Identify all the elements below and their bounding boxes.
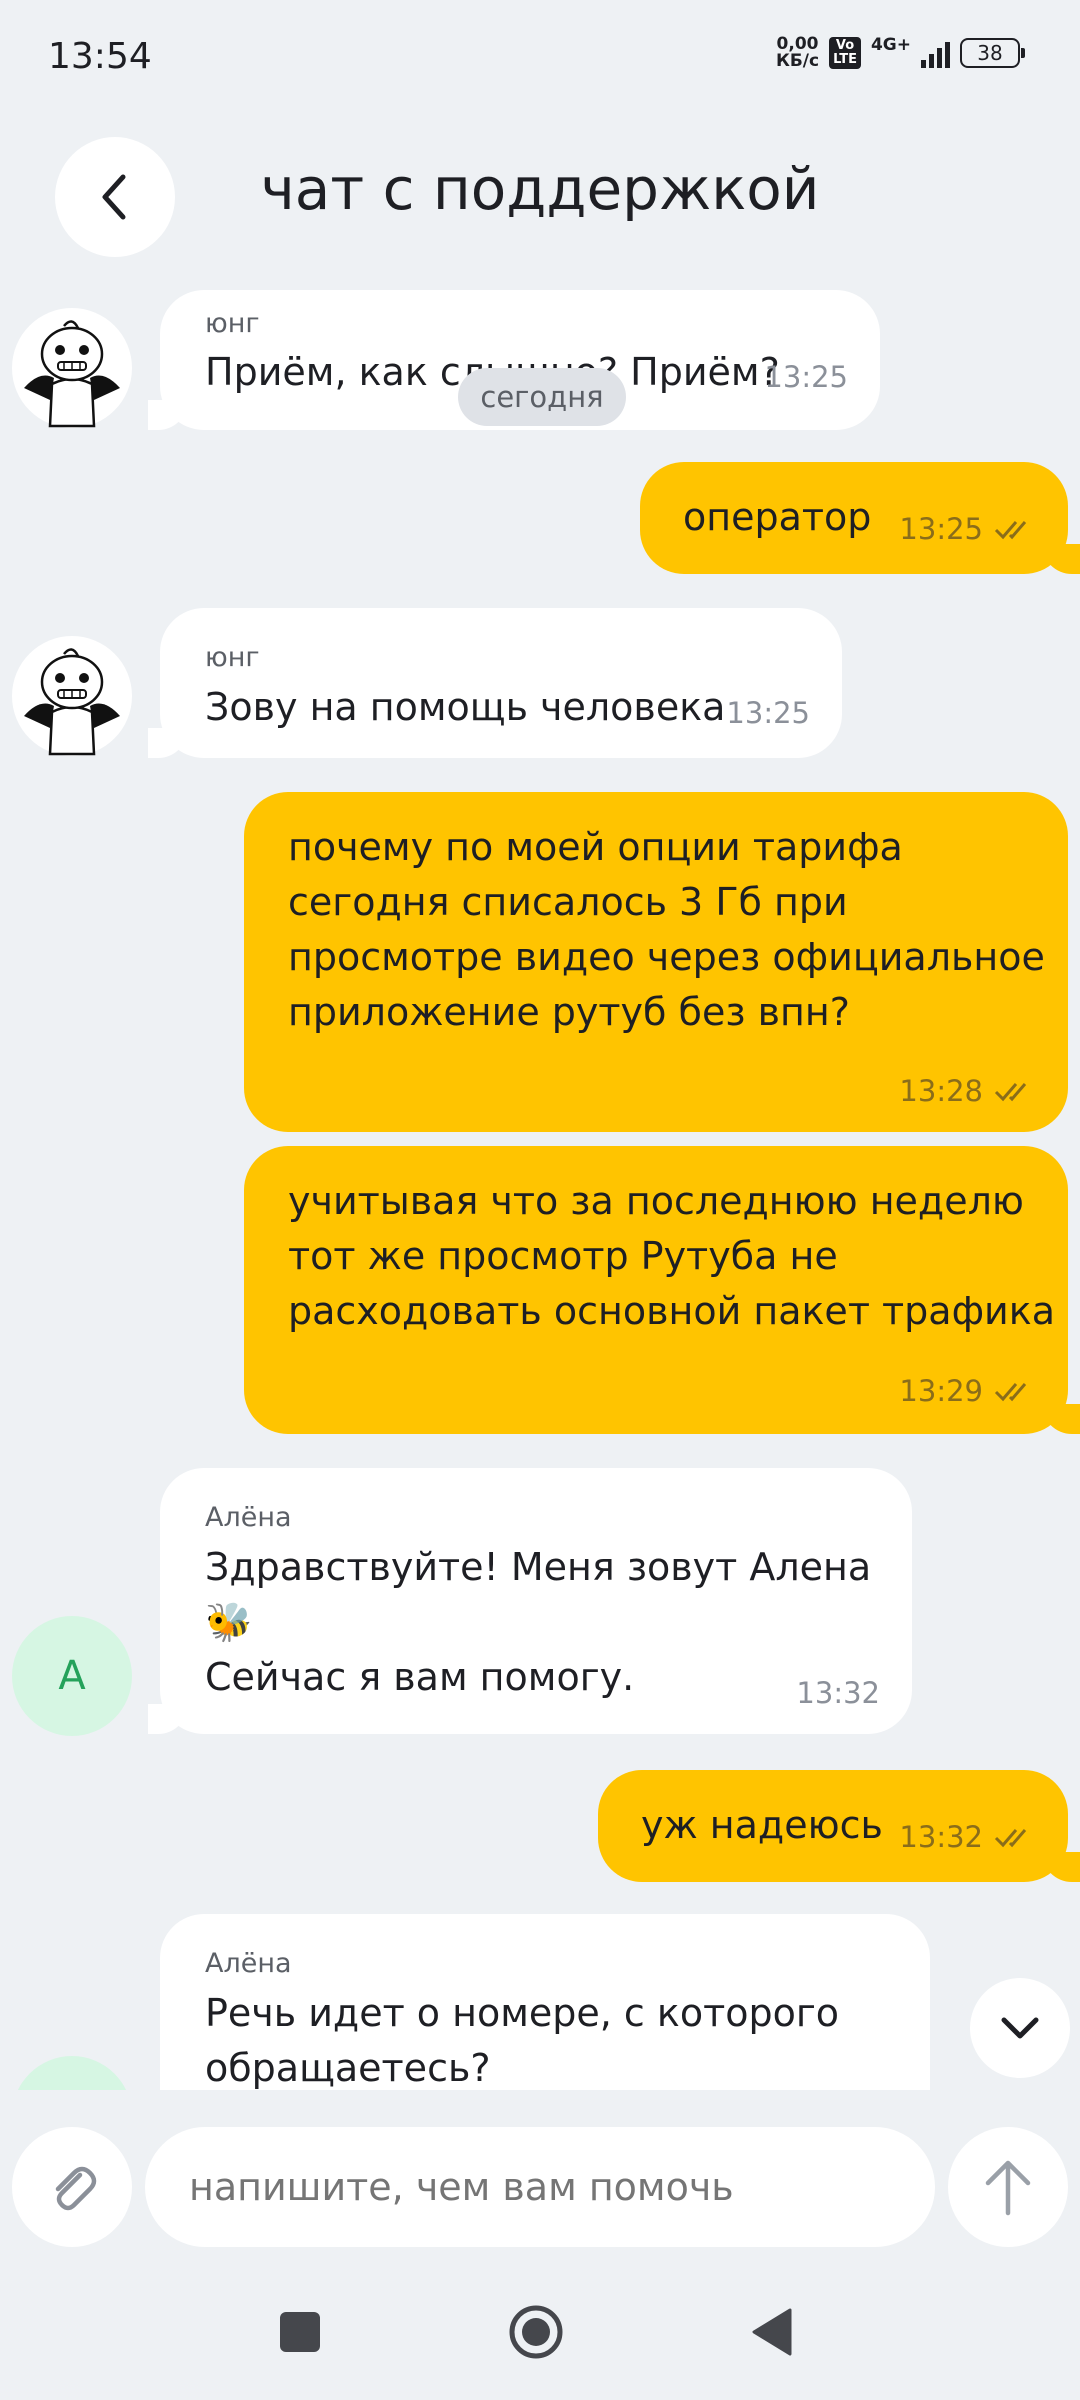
back-button[interactable] (55, 137, 175, 257)
message-text: Зову на помощь человека (205, 685, 726, 729)
message-incoming[interactable]: юнг Зову на помощь человека 13:25 (148, 608, 842, 758)
operator-avatar (12, 2056, 132, 2090)
message-sender: юнг (205, 642, 260, 673)
status-icons: 0,00 КБ/с Vo LTE 4G+ 38 (775, 34, 1025, 71)
status-time: 13:54 (48, 36, 152, 77)
status-bar: 13:54 0,00 КБ/с Vo LTE 4G+ 38 (0, 0, 1080, 115)
system-nav-bar (0, 2290, 1080, 2400)
chevron-down-icon (1001, 2017, 1039, 2039)
arrow-up-icon (985, 2160, 1031, 2216)
message-time: 13:28 (899, 1074, 983, 1108)
message-incoming[interactable]: Алёна Здравствуйте! Меня зовут Алена🐝 Се… (148, 1468, 912, 1734)
message-sender: юнг (205, 308, 260, 339)
message-outgoing[interactable]: учитывая что за последнюю неделю тот же … (244, 1146, 1080, 1434)
read-checkmarks-icon (994, 1083, 1027, 1102)
message-text: учитывая что за последнюю неделю тот же … (288, 1179, 1055, 1333)
message-time: 13:32 (899, 1820, 983, 1854)
message-time: 13:32 (796, 1676, 880, 1710)
scroll-down-button[interactable] (970, 1978, 1070, 2078)
bot-avatar (12, 308, 132, 428)
message-outgoing[interactable]: почему по моей опции тарифа сегодня спис… (244, 792, 1068, 1132)
message-time: 13:25 (899, 512, 983, 546)
chevron-left-icon (102, 174, 126, 220)
message-time: 13:25 (764, 360, 848, 394)
mascot-icon (24, 320, 120, 428)
network-type: 4G+ (870, 34, 911, 55)
network-speed: 0,00 КБ/с (775, 34, 820, 71)
read-checkmarks-icon (994, 1829, 1027, 1848)
volte-icon: Vo LTE (829, 37, 861, 69)
date-separator: сегодня (458, 368, 626, 426)
read-checkmarks-icon (994, 521, 1027, 540)
message-text: оператор (683, 495, 872, 539)
attach-button[interactable] (12, 2127, 132, 2247)
signal-icon (921, 38, 950, 68)
chat-messages[interactable]: юнг Приём, как слышно? Приём? 13:25 сего… (0, 290, 1080, 2090)
page-title: чат с поддержкой (260, 155, 820, 223)
mascot-icon (24, 648, 120, 756)
read-checkmarks-icon (994, 1383, 1027, 1402)
battery-icon: 38 (960, 38, 1025, 68)
message-outgoing[interactable]: уж надеюсь 13:32 (598, 1770, 1080, 1882)
send-button[interactable] (948, 2127, 1068, 2247)
operator-avatar: А (12, 1616, 132, 1736)
message-sender: Алёна (205, 1948, 292, 1979)
message-outgoing[interactable]: оператор 13:25 (640, 462, 1080, 574)
message-text: почему по моей опции тарифа сегодня спис… (288, 825, 1045, 1034)
back-triangle-icon[interactable] (750, 2308, 794, 2356)
message-incoming[interactable]: Алёна Речь идет о номере, с которого обр… (160, 1914, 930, 2090)
message-text: Речь идет о номере, с которого обращаете… (205, 1991, 840, 2090)
home-icon[interactable] (508, 2304, 564, 2360)
message-sender: Алёна (205, 1502, 292, 1533)
message-text: уж надеюсь (641, 1803, 883, 1847)
message-time: 13:25 (726, 696, 810, 730)
paperclip-icon (55, 2166, 97, 2211)
bot-avatar (12, 636, 132, 756)
message-time: 13:29 (899, 1374, 983, 1408)
message-input[interactable] (145, 2127, 935, 2247)
recents-icon[interactable] (280, 2312, 320, 2352)
